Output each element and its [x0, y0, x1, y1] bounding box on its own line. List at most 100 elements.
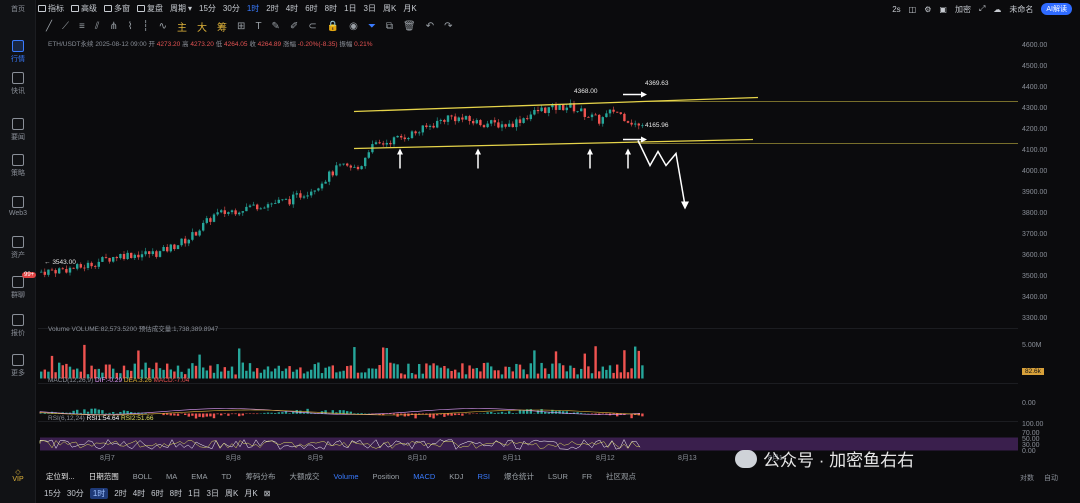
- tf-6h[interactable]: 6时: [305, 3, 317, 14]
- brush-icon[interactable]: ✐: [290, 21, 298, 32]
- big-button[interactable]: 大: [197, 19, 207, 34]
- tf-3d[interactable]: 3日: [364, 3, 376, 14]
- text-tool-icon[interactable]: T: [255, 21, 261, 32]
- delete-icon[interactable]: 🗑: [403, 21, 416, 32]
- indicator-macd[interactable]: MACD: [413, 472, 435, 481]
- tf-button[interactable]: 1日: [188, 488, 200, 499]
- channel-tool-icon[interactable]: ⫽: [95, 21, 99, 32]
- indicator-kdj[interactable]: KDJ: [449, 472, 463, 481]
- measure-tool-icon[interactable]: ⊞: [237, 21, 245, 32]
- indicator-td[interactable]: TD: [221, 472, 231, 481]
- tf-button[interactable]: 4时: [133, 488, 145, 499]
- tf-button[interactable]: 月K: [244, 488, 257, 499]
- indicator-large-trades[interactable]: 大额成交: [289, 471, 319, 482]
- undo-icon[interactable]: ↶: [426, 21, 434, 32]
- sidebar-item-home[interactable]: 首页: [0, 4, 36, 14]
- magnet-icon[interactable]: ⊂: [308, 21, 316, 32]
- filter-icon[interactable]: ⏷: [368, 21, 376, 32]
- tf-2h[interactable]: 2时: [266, 3, 278, 14]
- fib-tool-icon[interactable]: ⋔: [109, 21, 117, 32]
- candle-body: [212, 214, 216, 222]
- tf-8h[interactable]: 8时: [325, 3, 337, 14]
- period-dropdown[interactable]: 周期 ▾: [170, 3, 192, 14]
- tf-button[interactable]: 6时: [151, 488, 163, 499]
- volume-bar: [637, 350, 640, 379]
- indicator-button[interactable]: 指标: [38, 3, 64, 14]
- hline-tool-icon[interactable]: ≡: [79, 21, 85, 32]
- fullscreen-icon[interactable]: ⤢: [979, 4, 985, 14]
- locate-button[interactable]: 定位到...: [46, 471, 75, 482]
- ray-tool-icon[interactable]: ⟋: [62, 21, 69, 32]
- advanced-icon: [71, 4, 79, 12]
- multi-window-button[interactable]: 多窗: [104, 3, 130, 14]
- redo-icon[interactable]: ↷: [444, 21, 452, 32]
- pencil-icon[interactable]: ✎: [272, 21, 280, 32]
- tf-button[interactable]: 周K: [225, 488, 238, 499]
- tf-week[interactable]: 周K: [383, 3, 396, 14]
- indicator-volume[interactable]: Volume: [333, 472, 358, 481]
- settings-icon[interactable]: ⚙: [924, 5, 931, 14]
- sidebar-item-strategy[interactable]: 策略: [0, 154, 36, 178]
- tf-button[interactable]: 2时: [114, 488, 126, 499]
- trade-label[interactable]: 加密: [955, 4, 971, 15]
- advanced-button[interactable]: 高级: [71, 3, 97, 14]
- price-axis[interactable]: 4600.00 4500.00 4400.00 4300.00 4200.00 …: [1018, 35, 1080, 482]
- lock-icon[interactable]: 🔒: [327, 21, 339, 32]
- macd-bar: [641, 413, 644, 417]
- tf-1d[interactable]: 1日: [344, 3, 356, 14]
- tf-4h[interactable]: 4时: [286, 3, 298, 14]
- candlestick-chart[interactable]: [38, 35, 1018, 470]
- vip-badge[interactable]: ◇ VIP: [5, 468, 31, 483]
- camera-icon[interactable]: ◫: [909, 5, 917, 14]
- candle-body: [259, 208, 262, 210]
- pattern-tool-icon[interactable]: ⌇: [128, 21, 133, 32]
- volume-bar: [572, 367, 576, 379]
- refresh-interval[interactable]: 2s: [892, 5, 900, 14]
- sidebar-item-web3[interactable]: Web3: [0, 196, 36, 217]
- indicator-ma[interactable]: MA: [166, 472, 177, 481]
- sidebar-item-news[interactable]: 快讯: [0, 72, 36, 96]
- replay-button[interactable]: 复盘: [137, 3, 163, 14]
- tf-30m[interactable]: 30分: [223, 3, 240, 14]
- eye-icon[interactable]: ◉: [349, 21, 358, 32]
- tf-button[interactable]: 8时: [170, 488, 182, 499]
- sidebar-item-quote[interactable]: 报价: [0, 314, 36, 338]
- tf-1h[interactable]: 1时: [247, 3, 259, 14]
- expand-icon[interactable]: ⊠: [264, 489, 271, 498]
- indicator-boll[interactable]: BOLL: [133, 472, 152, 481]
- chips-button[interactable]: 筹: [217, 19, 227, 34]
- macd-bar: [558, 410, 561, 414]
- tf-15m[interactable]: 15分: [199, 3, 216, 14]
- tf-button[interactable]: 15分: [44, 488, 61, 499]
- line-tool-icon[interactable]: ╱: [46, 21, 52, 32]
- candle-body: [367, 152, 370, 158]
- sidebar-item-chat[interactable]: 群聊 99+: [0, 272, 37, 300]
- sidebar-item-assets[interactable]: 资产: [0, 236, 36, 260]
- sidebar-item-headlines[interactable]: 要闻: [0, 118, 36, 142]
- indicator-liquidation[interactable]: 爆仓统计: [504, 471, 534, 482]
- indicator-rsi[interactable]: RSI: [477, 472, 490, 481]
- date-range-button[interactable]: 日期范围: [89, 471, 119, 482]
- tf-month[interactable]: 月K: [403, 3, 416, 14]
- candle-body: [533, 109, 536, 115]
- tf-button[interactable]: 3日: [207, 488, 219, 499]
- ai-interpret-button[interactable]: AI解读: [1041, 3, 1072, 15]
- indicator-chip[interactable]: 筹码分布: [245, 471, 275, 482]
- copy-icon[interactable]: ⧉: [386, 21, 393, 32]
- user-dropdown[interactable]: 未命名: [1009, 4, 1033, 15]
- candle-body: [119, 253, 122, 259]
- indicator-ema[interactable]: EMA: [191, 472, 207, 481]
- candle-body: [508, 123, 511, 127]
- indicator-community[interactable]: 社区观点: [606, 471, 636, 482]
- layout-icon[interactable]: ▣: [939, 5, 947, 14]
- tf-button[interactable]: 30分: [67, 488, 84, 499]
- candle-tool-icon[interactable]: ┆: [143, 21, 149, 32]
- sidebar-item-more[interactable]: 更多: [0, 354, 36, 378]
- main-chart-button[interactable]: 主: [177, 19, 187, 34]
- wave-tool-icon[interactable]: ∿: [159, 21, 167, 32]
- indicator-position[interactable]: Position: [373, 472, 400, 481]
- indicator-lsur[interactable]: LSUR: [548, 472, 568, 481]
- indicator-fr[interactable]: FR: [582, 472, 592, 481]
- tf-button-active[interactable]: 1时: [89, 487, 109, 499]
- sidebar-item-market[interactable]: 行情: [0, 40, 36, 64]
